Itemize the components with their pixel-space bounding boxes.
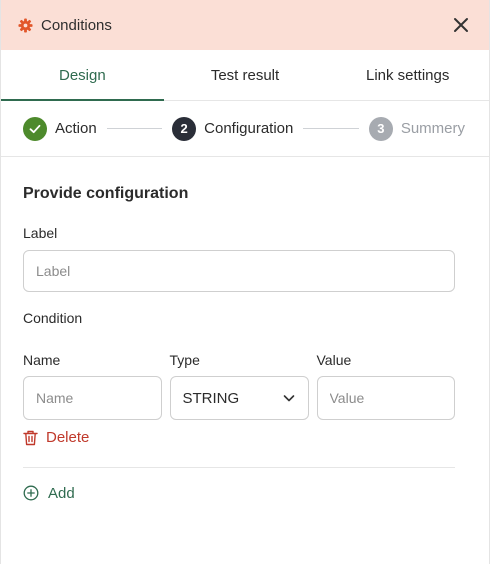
divider — [23, 466, 455, 468]
step-label: Summery — [400, 120, 465, 137]
step-configuration[interactable]: 2 Configuration — [172, 116, 294, 141]
step-label: Action — [55, 120, 97, 137]
delete-button[interactable]: Delete — [23, 429, 89, 446]
step-action[interactable]: Action — [23, 116, 97, 141]
type-select-value: STRING — [182, 389, 240, 407]
plus-circle-icon — [23, 485, 39, 501]
type-label: Type — [169, 352, 200, 368]
step-number: 2 — [172, 116, 197, 141]
condition-title: Condition — [23, 310, 83, 326]
gear-icon — [17, 17, 33, 33]
step-connector — [303, 128, 359, 129]
value-input[interactable] — [316, 376, 455, 420]
tab-bar: Design Test result Link settings — [1, 50, 489, 101]
tab-test-result[interactable]: Test result — [164, 50, 327, 100]
tab-design[interactable]: Design — [1, 50, 164, 101]
conditions-panel: Conditions Design Test result Link setti… — [0, 0, 490, 564]
trash-icon — [23, 430, 38, 446]
add-label: Add — [48, 484, 75, 502]
check-icon — [23, 116, 47, 141]
config-form: Provide configuration Label Condition Na… — [1, 157, 489, 506]
label-field-label: Label — [23, 225, 58, 241]
name-label: Name — [23, 352, 61, 368]
label-input[interactable] — [23, 250, 455, 292]
type-select[interactable]: STRING — [169, 376, 309, 420]
condition-value-col: Value — [316, 352, 455, 420]
name-input[interactable] — [23, 376, 162, 420]
value-label: Value — [316, 352, 352, 368]
panel-title: Conditions — [41, 16, 112, 34]
condition-row: Name Type STRING Value — [23, 352, 455, 420]
chevron-down-icon — [282, 391, 296, 405]
step-number: 3 — [368, 116, 393, 141]
panel-header: Conditions — [1, 0, 489, 50]
step-connector — [106, 128, 163, 129]
step-label: Configuration — [204, 120, 294, 137]
condition-type-col: Type STRING — [169, 352, 309, 420]
stepper: Action 2 Configuration 3 Summery — [1, 101, 489, 157]
section-title: Provide configuration — [23, 185, 189, 202]
step-summery[interactable]: 3 Summery — [368, 116, 465, 141]
add-button[interactable]: Add — [23, 485, 75, 502]
close-icon[interactable] — [449, 13, 473, 37]
condition-name-col: Name — [23, 352, 162, 420]
delete-label: Delete — [46, 429, 90, 446]
tab-link-settings[interactable]: Link settings — [326, 50, 489, 100]
